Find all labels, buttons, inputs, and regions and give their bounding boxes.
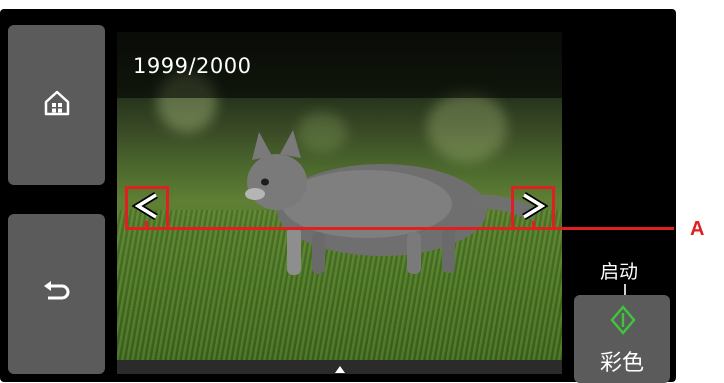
chevron-left-icon [131, 191, 162, 225]
back-icon [42, 281, 72, 307]
chevron-right-icon [518, 191, 549, 225]
callout-stub-right [532, 221, 535, 227]
photo-preview[interactable]: 1999/2000 [117, 32, 562, 360]
start-connector [624, 284, 626, 295]
photo-counter: 1999/2000 [133, 54, 252, 78]
diamond-start-icon [610, 305, 636, 339]
back-button[interactable] [8, 214, 105, 374]
more-options-tab[interactable] [117, 360, 562, 374]
counter-bar: 1999/2000 [117, 32, 562, 98]
printer-touchscreen: 1999/2000 启动 彩色 [0, 9, 676, 383]
home-button[interactable] [8, 25, 105, 185]
callout-stub-left [145, 221, 148, 227]
callout-label-a: A [690, 218, 705, 240]
triangle-up-icon [334, 358, 345, 377]
callout-line [145, 227, 674, 230]
start-label: 启动 [600, 261, 639, 283]
home-icon [43, 89, 71, 121]
color-start-button[interactable]: 彩色 [574, 295, 670, 383]
color-button-label: 彩色 [599, 351, 644, 376]
